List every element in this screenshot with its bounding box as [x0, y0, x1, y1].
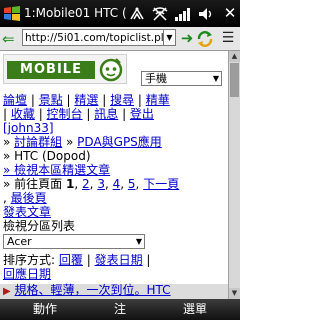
user-row: [john33]: [3, 121, 54, 135]
nav-logout[interactable]: 登出: [130, 107, 154, 121]
topic-icon: ▶: [3, 286, 11, 297]
softkey-actions[interactable]: 動作: [0, 299, 90, 320]
nav-control-panel[interactable]: 控制台: [47, 107, 83, 121]
topic-title-link[interactable]: 規格、輕薄，一次到位。HTC: [15, 283, 171, 297]
url-dropdown-icon[interactable]: ▼: [164, 29, 176, 46]
pagination-2: , 最後頁: [3, 191, 47, 205]
forum-select-value: Acer: [7, 235, 32, 248]
signal-icon[interactable]: [174, 5, 192, 23]
pages-prefix: » 前往頁面: [3, 177, 63, 191]
sort-label: 排序方式:: [3, 253, 56, 267]
vertical-scrollbar[interactable]: ▲ ▼: [228, 51, 240, 299]
chevron-down-icon: ▼: [135, 237, 142, 246]
softkey-bar: 動作 注 選單: [0, 299, 240, 320]
nav-row: | 收藏 | 控制台 | 訊息 | 登出: [3, 107, 154, 121]
username-link[interactable]: [john33]: [3, 121, 54, 135]
nav-favorites[interactable]: 收藏: [11, 107, 35, 121]
breadcrumb-sep: »: [3, 135, 11, 149]
sort-by-reply[interactable]: 回覆: [59, 253, 83, 267]
breadcrumb-group[interactable]: PDA與GPS應用: [77, 135, 162, 149]
address-bar: ⇐ http://5i01.com/topiclist.pl ▼ ➜ ☰: [0, 27, 240, 51]
breadcrumb-forum: » HTC (Dopod): [3, 149, 91, 163]
breadcrumb-forum-label: » HTC (Dopod): [3, 149, 91, 163]
sort-row: 排序方式: 回覆 | 發表日期 |: [3, 253, 151, 267]
next-page-link[interactable]: 下一頁: [143, 177, 179, 191]
view-list-label: 檢視分區列表: [3, 219, 76, 233]
pagination: » 前往頁面 1, 2, 3, 4, 5, 下一頁: [3, 177, 180, 191]
page-link[interactable]: 3: [97, 177, 105, 191]
page-link[interactable]: 5: [128, 177, 136, 191]
nav-search[interactable]: 搜尋: [110, 93, 134, 107]
back-arrow-icon[interactable]: ⇐: [2, 31, 22, 47]
wifi-disabled-icon[interactable]: [151, 5, 169, 23]
scroll-down-icon[interactable]: ▼: [229, 288, 240, 299]
new-post-link[interactable]: 發表文章: [3, 205, 51, 219]
topic-row[interactable]: ▶ 規格、輕薄，一次到位。HTC: [0, 283, 228, 299]
url-input[interactable]: http://5i01.com/topiclist.pl: [22, 29, 164, 46]
start-menu-icon[interactable]: [2, 4, 22, 24]
connection-icon[interactable]: [128, 5, 146, 23]
sort-by-reply-date[interactable]: 回應日期: [3, 267, 51, 281]
view-list-row: 檢視分區列表: [3, 219, 76, 233]
nav-row: 論壇 | 景點 | 精選 | 搜尋 | 精華: [3, 93, 170, 107]
scroll-thumb[interactable]: [230, 63, 239, 97]
volume-icon[interactable]: [197, 5, 215, 23]
view-featured-link[interactable]: » 檢視本區精選文章: [3, 163, 110, 177]
robot-logo-icon: [99, 58, 123, 82]
nav-messages[interactable]: 訊息: [94, 107, 118, 121]
sort-by-post-date[interactable]: 發表日期: [95, 253, 143, 267]
window-title: 1:Mobile01 HTC (I: [24, 6, 126, 20]
nav-forum[interactable]: 論壇: [3, 93, 27, 107]
page-content: MOBILE 手機 ▼ 論壇 | 景點 | 精選 | 搜尋 | 精華 | 收藏 …: [0, 51, 228, 299]
breadcrumb-root[interactable]: 討論群組: [14, 135, 62, 149]
category-select-value: 手機: [145, 72, 167, 85]
featured-row: » 檢視本區精選文章: [3, 163, 110, 177]
nav-spots[interactable]: 景點: [39, 93, 63, 107]
page-link[interactable]: 2: [82, 177, 90, 191]
breadcrumb: » 討論群組 » PDA與GPS應用: [3, 135, 162, 149]
softkey-note[interactable]: 注: [90, 299, 150, 320]
chevron-down-icon: ▼: [212, 74, 219, 83]
post-row: 發表文章: [3, 205, 51, 219]
page-menu-icon[interactable]: ☰: [219, 30, 237, 46]
category-select[interactable]: 手機 ▼: [141, 71, 222, 86]
forum-select[interactable]: Acer ▼: [3, 234, 145, 249]
close-icon[interactable]: ✕: [222, 5, 238, 22]
logo-text: MOBILE: [7, 61, 95, 79]
last-page-link[interactable]: 最後頁: [11, 191, 47, 205]
scroll-up-icon[interactable]: ▲: [229, 51, 240, 62]
site-logo[interactable]: MOBILE: [3, 54, 127, 84]
nav-featured[interactable]: 精選: [74, 93, 98, 107]
title-bar: 1:Mobile01 HTC (I ✕: [0, 0, 240, 27]
refresh-icon[interactable]: [194, 29, 216, 49]
softkey-menu[interactable]: 選單: [150, 299, 240, 320]
nav-essence[interactable]: 精華: [146, 93, 170, 107]
sort-row-2: 回應日期: [3, 267, 51, 281]
